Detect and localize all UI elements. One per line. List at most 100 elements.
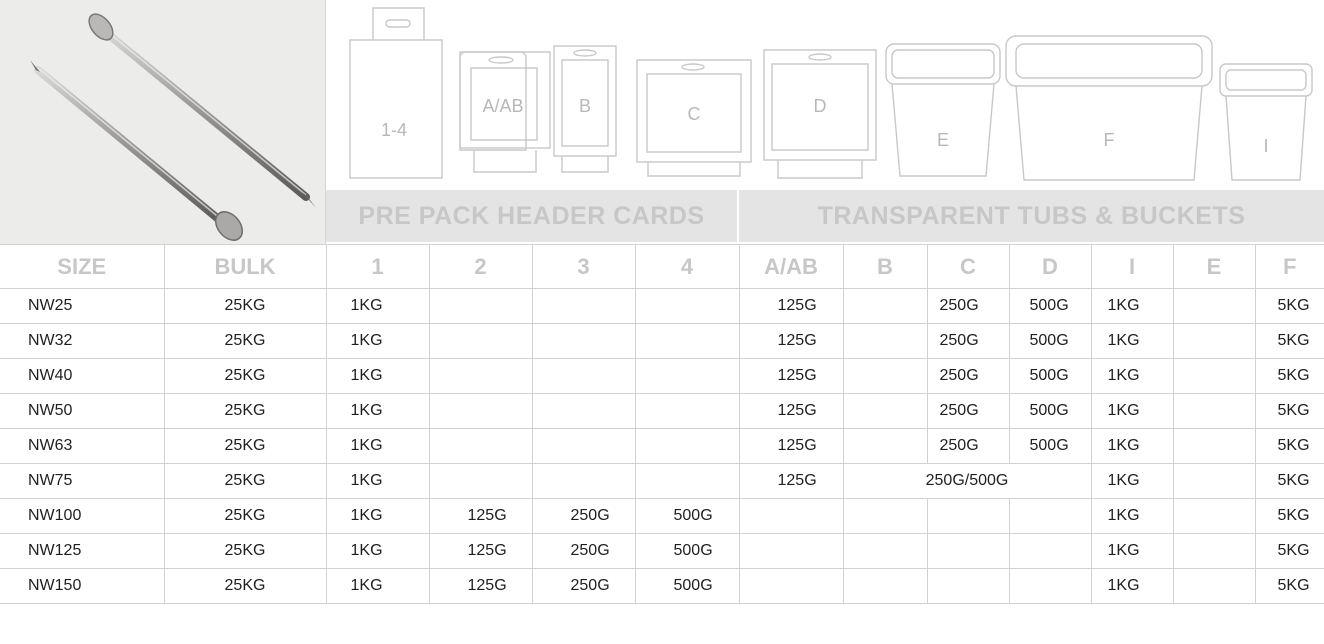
table-row: NW150 25KG 1KG 125G 250G 500G 1KG 5KG <box>0 568 1324 604</box>
cell-4: 500G <box>635 533 740 569</box>
cell-3 <box>532 393 636 429</box>
cell-aab: 125G <box>739 463 844 499</box>
cell-i: 1KG <box>1091 533 1174 569</box>
cell-4 <box>635 323 740 359</box>
cell-b <box>843 393 928 429</box>
cell-d: 500G <box>1009 358 1092 394</box>
col-size: SIZE <box>0 244 165 289</box>
cell-3 <box>532 358 636 394</box>
cell-c <box>927 568 1010 604</box>
cell-1: 1KG <box>326 533 430 569</box>
cell-1: 1KG <box>326 358 430 394</box>
cell-size: NW40 <box>0 358 165 394</box>
cell-size: NW75 <box>0 463 165 499</box>
col-2: 2 <box>429 244 533 289</box>
transparent-tubs-band: TRANSPARENT TUBS & BUCKETS <box>739 190 1324 242</box>
cell-e <box>1173 463 1256 499</box>
cell-2 <box>429 288 533 324</box>
cell-f: 5KG <box>1255 428 1324 464</box>
col-4: 4 <box>635 244 740 289</box>
col-e: E <box>1173 244 1256 289</box>
cell-aab: 125G <box>739 393 844 429</box>
tub-i-icon <box>1219 63 1313 181</box>
col-c: C <box>927 244 1010 289</box>
cell-c: 250G <box>927 428 1010 464</box>
cell-e <box>1173 428 1256 464</box>
col-1: 1 <box>326 244 430 289</box>
cell-b <box>843 358 928 394</box>
cell-d: 500G <box>1009 323 1092 359</box>
cell-1: 1KG <box>326 568 430 604</box>
cell-2 <box>429 463 533 499</box>
cell-4 <box>635 358 740 394</box>
cell-1: 1KG <box>326 288 430 324</box>
cell-3: 250G <box>532 498 636 534</box>
cell-c <box>927 498 1010 534</box>
cell-f: 5KG <box>1255 358 1324 394</box>
cell-i: 1KG <box>1091 323 1174 359</box>
col-3: 3 <box>532 244 636 289</box>
cell-1: 1KG <box>326 463 430 499</box>
cell-bulk: 25KG <box>164 463 327 499</box>
cell-3: 250G <box>532 533 636 569</box>
cell-b <box>843 428 928 464</box>
cell-bulk: 25KG <box>164 288 327 324</box>
cell-size: NW100 <box>0 498 165 534</box>
cell-bulk: 25KG <box>164 393 327 429</box>
cell-e <box>1173 288 1256 324</box>
cell-size: NW150 <box>0 568 165 604</box>
cell-c <box>927 533 1010 569</box>
cell-bulk: 25KG <box>164 498 327 534</box>
cell-3 <box>532 428 636 464</box>
pack-label-b: B <box>579 96 591 116</box>
cell-f: 5KG <box>1255 288 1324 324</box>
cell-3 <box>532 288 636 324</box>
cell-i: 1KG <box>1091 428 1174 464</box>
cell-size: NW50 <box>0 393 165 429</box>
cell-b-c-d-merged: 250G/500G <box>843 463 1092 499</box>
cell-size: NW63 <box>0 428 165 464</box>
cell-1: 1KG <box>326 498 430 534</box>
pack-label-d: D <box>814 96 827 116</box>
cell-4 <box>635 428 740 464</box>
cell-1: 1KG <box>326 428 430 464</box>
cell-d <box>1009 533 1092 569</box>
cell-aab <box>739 498 844 534</box>
cell-bulk: 25KG <box>164 568 327 604</box>
cell-d <box>1009 498 1092 534</box>
table-row: NW125 25KG 1KG 125G 250G 500G 1KG 5KG <box>0 533 1324 569</box>
nails-photo-icon <box>30 13 316 241</box>
cell-2 <box>429 323 533 359</box>
size-table: SIZE BULK 1 2 3 4 A/AB B C D I E F NW25 … <box>0 244 1324 604</box>
cell-d: 500G <box>1009 393 1092 429</box>
cell-f: 5KG <box>1255 393 1324 429</box>
cell-b <box>843 568 928 604</box>
cell-aab: 125G <box>739 288 844 324</box>
cell-i: 1KG <box>1091 393 1174 429</box>
cell-1: 1KG <box>326 323 430 359</box>
cell-i: 1KG <box>1091 358 1174 394</box>
cell-bulk: 25KG <box>164 358 327 394</box>
cell-b <box>843 498 928 534</box>
cell-d: 500G <box>1009 288 1092 324</box>
table-row: NW40 25KG 1KG 125G 250G 500G 1KG 5KG <box>0 358 1324 394</box>
cell-e <box>1173 358 1256 394</box>
col-bulk: BULK <box>164 244 327 289</box>
cell-bulk: 25KG <box>164 428 327 464</box>
cell-e <box>1173 533 1256 569</box>
pack-label-aab: A/AB <box>482 96 523 116</box>
tub-label-f: F <box>1104 130 1115 150</box>
cell-4 <box>635 463 740 499</box>
cell-2: 125G <box>429 533 533 569</box>
col-i: I <box>1091 244 1174 289</box>
table-row: NW63 25KG 1KG 125G 250G 500G 1KG 5KG <box>0 428 1324 464</box>
cell-size: NW25 <box>0 288 165 324</box>
cell-c: 250G <box>927 393 1010 429</box>
cell-size: NW32 <box>0 323 165 359</box>
col-aab: A/AB <box>739 244 844 289</box>
cell-e <box>1173 568 1256 604</box>
table-row: NW32 25KG 1KG 125G 250G 500G 1KG 5KG <box>0 323 1324 359</box>
cell-aab: 125G <box>739 428 844 464</box>
cell-3 <box>532 323 636 359</box>
cell-4: 500G <box>635 498 740 534</box>
